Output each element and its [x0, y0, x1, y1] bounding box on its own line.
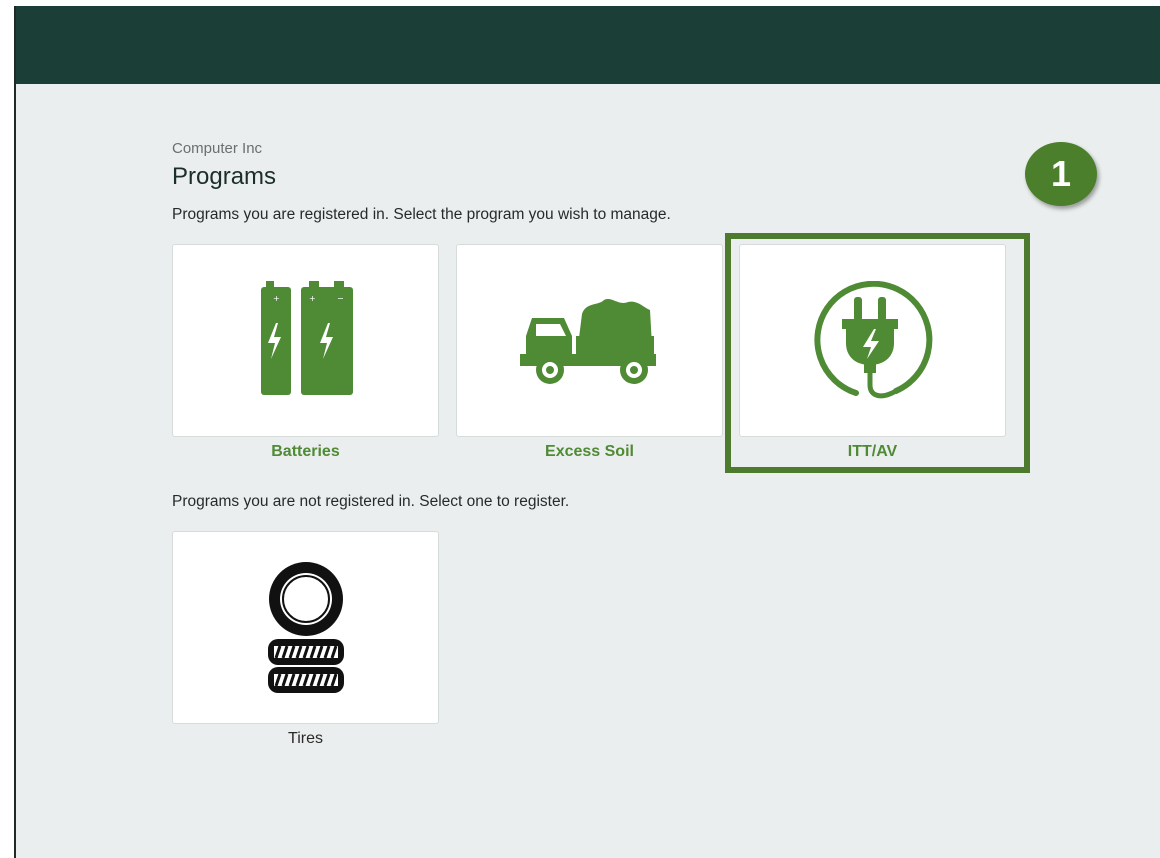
program-card-excess-soil[interactable]	[456, 244, 723, 437]
dump-truck-icon	[519, 296, 660, 386]
electric-plug-icon	[808, 280, 938, 401]
program-label-itt-av[interactable]: ITT/AV	[739, 443, 1006, 461]
step-number-badge: 1	[1025, 142, 1097, 206]
tires-icon	[266, 561, 346, 695]
app-frame: Computer Inc Programs Programs you are r…	[14, 6, 1160, 858]
svg-text:+: +	[273, 294, 280, 303]
program-card-batteries[interactable]: + + −	[172, 244, 439, 437]
program-card-itt-av[interactable]	[739, 244, 1006, 437]
unregistered-programs-text: Programs you are not registered in. Sele…	[172, 493, 570, 510]
company-name: Computer Inc	[172, 140, 263, 157]
registered-programs-text: Programs you are registered in. Select t…	[172, 206, 671, 223]
svg-text:−: −	[337, 294, 344, 303]
program-label-tires[interactable]: Tires	[172, 730, 439, 748]
battery-icon: + + −	[251, 280, 361, 401]
page-title: Programs	[172, 163, 277, 190]
program-card-tires[interactable]	[172, 531, 439, 724]
program-label-excess-soil[interactable]: Excess Soil	[456, 443, 723, 461]
svg-text:+: +	[309, 294, 316, 303]
program-label-batteries[interactable]: Batteries	[172, 443, 439, 461]
top-navigation-bar	[16, 6, 1160, 84]
